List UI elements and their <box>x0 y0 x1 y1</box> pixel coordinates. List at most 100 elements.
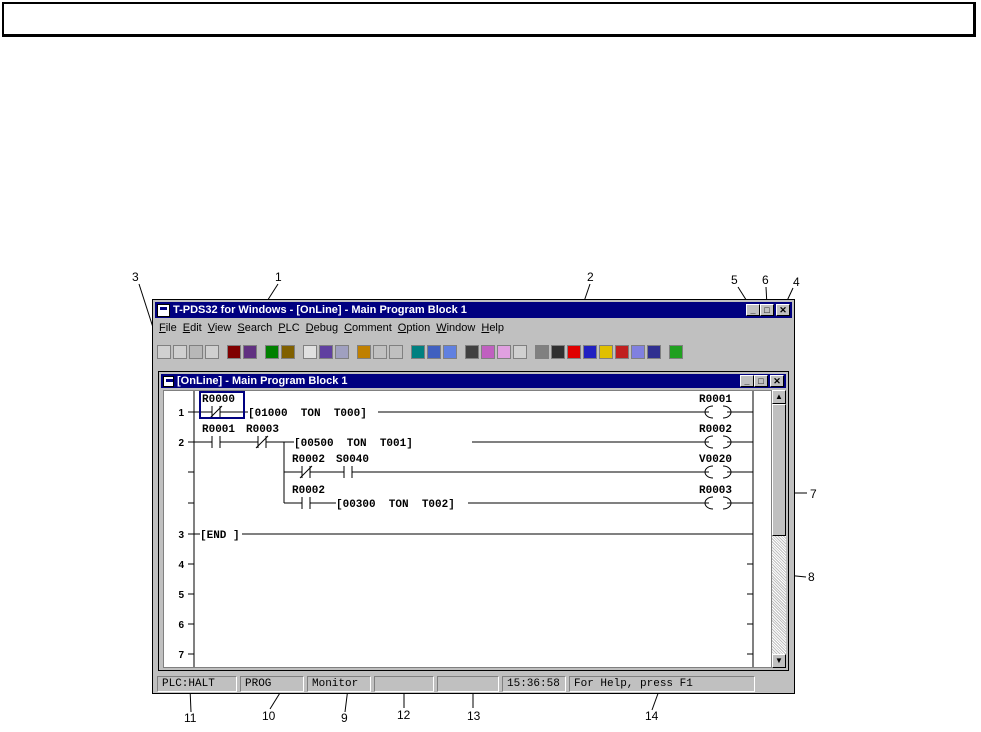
debug-icon[interactable] <box>615 345 629 359</box>
check-icon[interactable] <box>357 345 371 359</box>
menu-window[interactable]: Window <box>434 322 479 334</box>
ladder-diagram[interactable]: 1 2 3 4 5 6 7 R0000 R0001 R0003 R0002 S0… <box>163 390 772 668</box>
contact-label: R0002 <box>292 454 325 466</box>
end-instruction: [END ] <box>200 530 240 542</box>
run-icon[interactable] <box>583 345 597 359</box>
vertical-scrollbar[interactable]: ▲ ▼ <box>772 390 786 668</box>
app-icon[interactable] <box>157 303 170 317</box>
minimize-button[interactable]: _ <box>746 304 760 316</box>
help-icon[interactable] <box>669 345 683 359</box>
child-close-button[interactable]: ✕ <box>770 375 784 387</box>
find-icon[interactable] <box>465 345 479 359</box>
document-icon[interactable] <box>513 345 527 359</box>
program-block-window: [OnLine] - Main Program Block 1 _ □ ✕ 1 … <box>158 371 789 671</box>
child-title-bar[interactable]: [OnLine] - Main Program Block 1 _ □ ✕ <box>161 374 786 388</box>
coil-label: R0001 <box>699 394 732 406</box>
chart-icon[interactable] <box>631 345 645 359</box>
callout-13: 13 <box>467 709 481 723</box>
ton-instruction: [01000 TON T000] <box>248 408 367 420</box>
callout-3: 3 <box>132 270 139 284</box>
plc-status: PLC:HALT <box>157 676 237 692</box>
scroll-up-arrow[interactable]: ▲ <box>772 390 786 404</box>
filter-icon[interactable] <box>411 345 425 359</box>
goto-icon[interactable] <box>497 345 511 359</box>
child-maximize-button[interactable]: □ <box>754 375 768 387</box>
settings-icon[interactable] <box>647 345 661 359</box>
close-button[interactable]: ✕ <box>776 304 790 316</box>
callout-5: 5 <box>731 273 738 287</box>
callout-12: 12 <box>397 708 411 722</box>
save-icon[interactable] <box>189 345 203 359</box>
plc-icon[interactable] <box>551 345 565 359</box>
coil-label: V0020 <box>699 454 732 466</box>
scroll-thumb[interactable] <box>772 404 786 536</box>
monitor-status: Monitor <box>307 676 371 692</box>
print-preview-icon[interactable] <box>243 345 257 359</box>
menu-view[interactable]: View <box>206 322 236 334</box>
status-panel-12 <box>374 676 434 692</box>
menu-plc[interactable]: PLC <box>276 322 303 334</box>
ladder-svg: 1 2 3 4 5 6 7 R0000 R0001 R0003 R0002 S0… <box>178 391 754 667</box>
paste-icon[interactable] <box>335 345 349 359</box>
rung-number: 7 <box>178 650 184 661</box>
new-file-icon[interactable] <box>157 345 171 359</box>
window-icon[interactable] <box>427 345 441 359</box>
stop-icon[interactable] <box>567 345 581 359</box>
contact-label: R0001 <box>202 424 235 436</box>
rung-number: 3 <box>178 530 184 541</box>
cut-icon[interactable] <box>303 345 317 359</box>
menu-file[interactable]: File <box>157 322 181 334</box>
callout-8: 8 <box>808 570 815 584</box>
menu-comment[interactable]: Comment <box>342 322 396 334</box>
callout-6: 6 <box>762 273 769 287</box>
help-status: For Help, press F1 <box>569 676 755 692</box>
callout-14: 14 <box>645 709 659 723</box>
menu-edit[interactable]: Edit <box>181 322 206 334</box>
toolbar <box>157 342 790 362</box>
coil-label: R0002 <box>699 424 732 436</box>
undo-icon[interactable] <box>373 345 387 359</box>
callout-9: 9 <box>341 711 348 725</box>
status-panel-13 <box>437 676 499 692</box>
contact-label: R0000 <box>202 394 235 406</box>
callout-4: 4 <box>793 275 800 289</box>
child-minimize-button[interactable]: _ <box>740 375 754 387</box>
monitor-icon[interactable] <box>535 345 549 359</box>
scroll-down-arrow[interactable]: ▼ <box>772 654 786 668</box>
document-window-icon[interactable] <box>163 375 174 387</box>
copy-icon[interactable] <box>319 345 333 359</box>
menu-option[interactable]: Option <box>396 322 434 334</box>
contact-label: R0003 <box>246 424 279 436</box>
print-icon[interactable] <box>227 345 241 359</box>
callout-10: 10 <box>262 709 276 723</box>
open-file-icon[interactable] <box>173 345 187 359</box>
ton-instruction: [00500 TON T001] <box>294 438 413 450</box>
halt-icon[interactable] <box>599 345 613 359</box>
time-status: 15:36:58 <box>502 676 566 692</box>
contact-label: S0040 <box>336 454 369 466</box>
callout-11: 11 <box>184 711 197 725</box>
menu-search[interactable]: Search <box>235 322 276 334</box>
app-title-bar[interactable]: T-PDS32 for Windows - [OnLine] - Main Pr… <box>155 302 792 318</box>
menu-bar: File Edit View Search PLC Debug Comment … <box>157 320 790 336</box>
menu-debug[interactable]: Debug <box>304 322 342 334</box>
download-icon[interactable] <box>281 345 295 359</box>
rung-number: 5 <box>178 590 184 601</box>
ton-instruction: [00300 TON T002] <box>336 499 455 511</box>
upload-icon[interactable] <box>265 345 279 359</box>
callout-2: 2 <box>587 270 594 284</box>
replace-icon[interactable] <box>481 345 495 359</box>
rung-number: 6 <box>178 620 184 631</box>
save-as-icon[interactable] <box>205 345 219 359</box>
redo-icon[interactable] <box>389 345 403 359</box>
coil-label: R0003 <box>699 485 732 497</box>
rung-number: 1 <box>178 408 184 419</box>
maximize-button[interactable]: □ <box>760 304 774 316</box>
status-bar: PLC:HALT PROG Monitor 15:36:58 For Help,… <box>157 676 790 692</box>
child-title: [OnLine] - Main Program Block 1 <box>177 375 348 387</box>
menu-help[interactable]: Help <box>479 322 508 334</box>
callout-1: 1 <box>275 270 282 284</box>
tile-icon[interactable] <box>443 345 457 359</box>
callout-7: 7 <box>810 487 817 501</box>
contact-label: R0002 <box>292 485 325 497</box>
